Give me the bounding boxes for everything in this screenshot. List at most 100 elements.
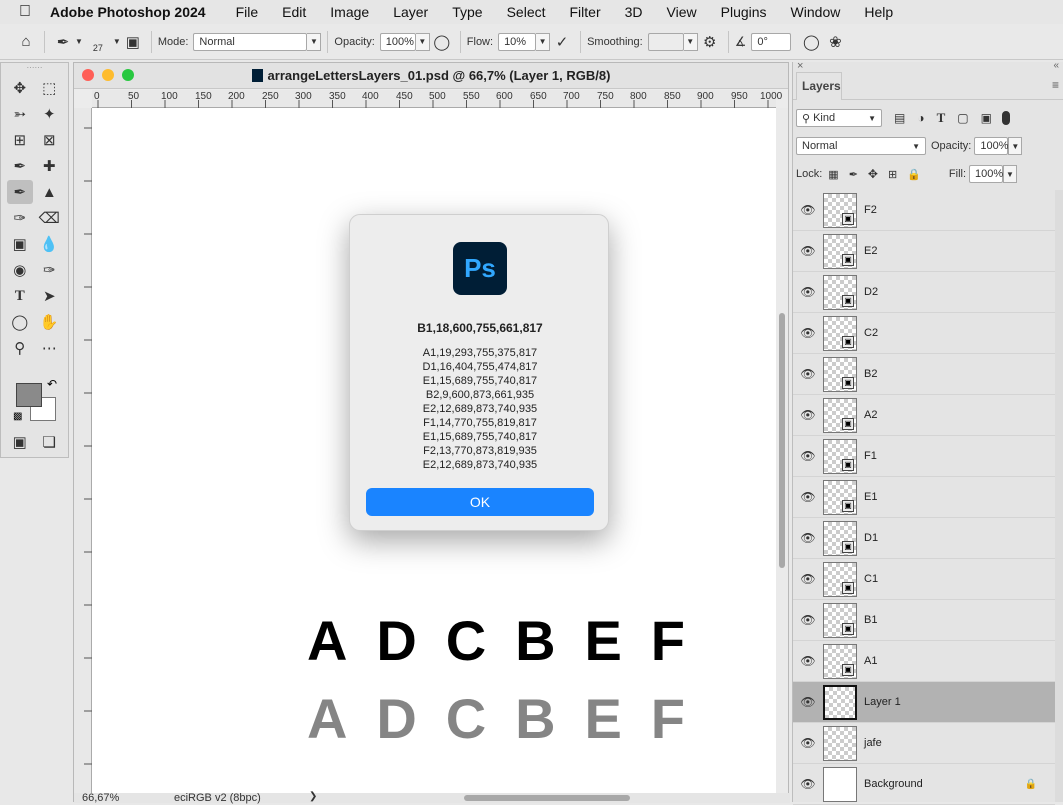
type-tool-icon[interactable]: T (7, 284, 33, 308)
menu-plugins[interactable]: Plugins (721, 4, 767, 20)
brush-tool-icon[interactable]: ✒ (51, 30, 75, 54)
horizontal-scrollbar-thumb[interactable] (464, 795, 630, 801)
eye-icon[interactable]: 👁 (793, 490, 823, 504)
blend-mode-select[interactable]: Normal ▼ (796, 137, 926, 155)
crop-tool-icon[interactable]: ⊞ (7, 128, 33, 152)
layer-name[interactable]: D2 (864, 286, 878, 298)
minimize-window-button[interactable] (102, 69, 114, 81)
layer-name[interactable]: D1 (864, 532, 878, 544)
menu-type[interactable]: Type (452, 4, 482, 20)
menu-window[interactable]: Window (791, 4, 841, 20)
chevron-down-icon[interactable]: ▼ (415, 32, 430, 51)
layer-row[interactable]: 👁 ▣ C2 (793, 313, 1055, 354)
eraser-tool-icon[interactable]: ⌫ (36, 206, 62, 230)
chevron-down-icon[interactable]: ▼ (75, 37, 83, 46)
more-tools-icon[interactable]: ⋯ (36, 336, 62, 360)
stamp-tool-icon[interactable]: ▲ (36, 180, 62, 204)
layer-name[interactable]: Layer 1 (864, 696, 901, 708)
filter-shape-icon[interactable]: ▢ (957, 111, 968, 125)
path-selection-tool-icon[interactable]: ➤ (36, 284, 62, 308)
history-brush-tool-icon[interactable]: ✑ (7, 206, 33, 230)
blur-tool-icon[interactable]: 💧 (36, 232, 62, 256)
horizontal-ruler[interactable]: 0 50 100 150 200 250 300 350 400 450 500… (92, 90, 782, 108)
chevron-down-icon[interactable]: ▼ (113, 37, 121, 46)
lock-icon[interactable]: 🔒 (1025, 779, 1037, 790)
default-colors-icon[interactable]: ▩ (13, 411, 22, 422)
scrollbar-thumb[interactable] (779, 313, 785, 568)
eye-icon[interactable]: 👁 (793, 326, 823, 340)
eye-icon[interactable]: 👁 (793, 203, 823, 217)
app-name-menu[interactable]: Adobe Photoshop 2024 (50, 4, 206, 20)
layers-scrollbar[interactable] (1055, 190, 1063, 802)
panel-menu-icon[interactable]: ≡ (1052, 78, 1059, 92)
symmetry-icon[interactable]: ❀ (823, 30, 847, 54)
layer-row[interactable]: 👁 ▣ E2 (793, 231, 1055, 272)
layer-row[interactable]: 👁 ▣ E1 (793, 477, 1055, 518)
eye-icon[interactable]: 👁 (793, 695, 823, 709)
lasso-tool-icon[interactable]: ➳ (7, 102, 33, 126)
brush-tool-icon[interactable]: ✒ (6, 180, 33, 204)
pressure-opacity-icon[interactable]: ◯ (430, 30, 454, 54)
layer-row[interactable]: 👁 ▣ A2 (793, 395, 1055, 436)
layer-name[interactable]: E2 (864, 245, 877, 257)
healing-brush-tool-icon[interactable]: ✚ (36, 154, 62, 178)
eye-icon[interactable]: 👁 (793, 449, 823, 463)
chevron-down-icon[interactable]: ▼ (536, 32, 551, 51)
dodge-tool-icon[interactable]: ◉ (7, 258, 33, 282)
zoom-level[interactable]: 66,67% (82, 792, 119, 804)
fill-field[interactable]: 100% (969, 165, 1003, 183)
panel-grip[interactable]: ⋯⋯ (1, 63, 68, 75)
zoom-window-button[interactable] (122, 69, 134, 81)
frame-tool-icon[interactable]: ⊠ (36, 128, 62, 152)
layer-name[interactable]: B2 (864, 368, 877, 380)
layer-row-selected[interactable]: 👁 Layer 1 (793, 682, 1055, 723)
vertical-ruler[interactable] (74, 108, 92, 793)
magic-wand-tool-icon[interactable]: ✦ (36, 102, 62, 126)
layer-name[interactable]: C1 (864, 573, 878, 585)
chevron-down-icon[interactable]: ▼ (307, 32, 322, 51)
marquee-tool-icon[interactable]: ⬚ (36, 76, 62, 100)
layer-row[interactable]: 👁 ▣ F2 (793, 190, 1055, 231)
chevron-down-icon[interactable]: ▼ (683, 32, 698, 51)
layer-name[interactable]: E1 (864, 491, 877, 503)
layer-name[interactable]: F1 (864, 450, 877, 462)
layer-row[interactable]: 👁 ▣ C1 (793, 559, 1055, 600)
layer-name[interactable]: A1 (864, 655, 877, 667)
filter-kind-select[interactable]: ⚲ Kind ▼ (796, 109, 882, 127)
layer-row[interactable]: 👁 ▣ B2 (793, 354, 1055, 395)
layer-row[interactable]: 👁 ▣ F1 (793, 436, 1055, 477)
opacity-field[interactable]: 100% (974, 137, 1009, 155)
pressure-size-icon[interactable]: ◯ (799, 30, 823, 54)
eye-icon[interactable]: 👁 (793, 285, 823, 299)
filter-smart-object-icon[interactable]: ▣ (981, 111, 992, 125)
layer-name[interactable]: Background (864, 778, 923, 790)
home-icon[interactable]: ⌂ (14, 30, 38, 54)
lock-all-icon[interactable]: 🔒 (907, 168, 921, 181)
eye-icon[interactable]: 👁 (793, 572, 823, 586)
menu-view[interactable]: View (667, 4, 697, 20)
foreground-color-swatch[interactable] (16, 383, 42, 407)
angle-field[interactable]: 0° (751, 32, 792, 51)
layer-row[interactable]: 👁 ▣ B1 (793, 600, 1055, 641)
lock-transparent-icon[interactable]: ▦ (828, 168, 838, 181)
gear-icon[interactable]: ⚙ (698, 30, 722, 54)
lock-artboard-icon[interactable]: ⊞ (888, 168, 897, 181)
eye-icon[interactable]: 👁 (793, 654, 823, 668)
zoom-tool-icon[interactable]: ⚲ (7, 336, 33, 360)
eye-icon[interactable]: 👁 (793, 531, 823, 545)
brush-settings-icon[interactable]: ▣ (121, 30, 145, 54)
layer-name[interactable]: C2 (864, 327, 878, 339)
vertical-scrollbar[interactable] (776, 108, 788, 793)
move-tool-icon[interactable]: ✥ (7, 76, 33, 100)
eyedropper-tool-icon[interactable]: ✒ (7, 154, 33, 178)
filter-pixel-icon[interactable]: ▤ (894, 111, 905, 125)
menu-file[interactable]: File (236, 4, 259, 20)
layer-row[interactable]: 👁 ▣ A1 (793, 641, 1055, 682)
apple-icon[interactable]:  (0, 3, 50, 21)
lock-image-icon[interactable]: ✒ (849, 168, 858, 181)
mode-select[interactable]: Normal (193, 32, 308, 51)
menu-edit[interactable]: Edit (282, 4, 306, 20)
eye-icon[interactable]: 👁 (793, 736, 823, 750)
quick-mask-icon[interactable]: ▣ (7, 430, 33, 454)
lock-position-icon[interactable]: ✥ (868, 167, 878, 181)
